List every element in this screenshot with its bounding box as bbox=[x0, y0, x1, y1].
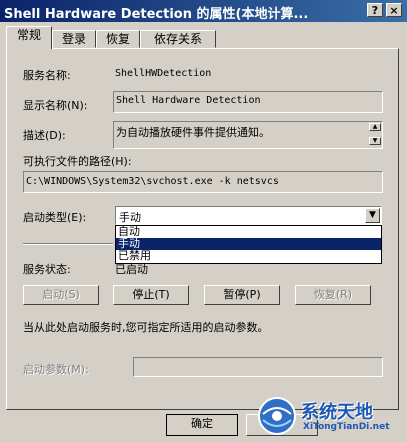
startup-option-manual[interactable]: 手动 bbox=[116, 238, 381, 250]
chevron-down-icon[interactable]: ▼ bbox=[365, 208, 380, 223]
scroll-down-icon[interactable]: ▼ bbox=[369, 137, 381, 145]
description-field[interactable]: 为自动播放硬件事件提供通知。 ▲ ▼ bbox=[113, 121, 383, 149]
watermark-brand-cn: 系统天地 bbox=[301, 402, 373, 423]
general-panel: 服务名称: ShellHWDetection 显示名称(N): Shell Ha… bbox=[6, 48, 399, 410]
start-params-input[interactable] bbox=[133, 357, 383, 377]
startup-type-value: 手动 bbox=[119, 211, 141, 224]
service-name-label: 服务名称: bbox=[23, 69, 71, 82]
stop-button[interactable]: 停止(T) bbox=[113, 285, 189, 305]
resume-button[interactable]: 恢复(R) bbox=[295, 285, 371, 305]
exe-path-label: 可执行文件的路径(H): bbox=[23, 155, 132, 168]
divider bbox=[23, 243, 113, 245]
help-button[interactable]: ? bbox=[367, 3, 383, 17]
globe-logo-icon bbox=[258, 397, 296, 435]
title-bar[interactable]: Shell Hardware Detection 的属性(本地计算... ? × bbox=[0, 0, 407, 22]
tab-dependencies[interactable]: 依存关系 bbox=[140, 30, 216, 48]
description-value: 为自动播放硬件事件提供通知。 bbox=[116, 126, 270, 139]
scroll-up-icon[interactable]: ▲ bbox=[369, 123, 381, 131]
startup-type-select[interactable]: 手动 ▼ bbox=[115, 206, 382, 225]
startup-type-label: 启动类型(E): bbox=[23, 211, 87, 224]
tab-logon[interactable]: 登录 bbox=[52, 30, 96, 48]
startup-type-dropdown: 自动 手动 已禁用 bbox=[115, 225, 382, 264]
watermark-url: XiTongTianDi.net bbox=[303, 422, 390, 432]
exe-path-value: C:\WINDOWS\System32\svchost.exe -k netsv… bbox=[26, 176, 279, 187]
hint-text: 当从此处启动服务时,您可指定所适用的启动参数。 bbox=[23, 321, 269, 334]
display-name-label: 显示名称(N): bbox=[23, 99, 88, 112]
close-button[interactable]: × bbox=[386, 3, 402, 17]
service-status-label: 服务状态: bbox=[23, 263, 71, 276]
window-title: Shell Hardware Detection 的属性(本地计算... bbox=[4, 7, 309, 22]
properties-window: Shell Hardware Detection 的属性(本地计算... ? ×… bbox=[0, 0, 407, 442]
startup-option-disabled[interactable]: 已禁用 bbox=[116, 250, 381, 262]
display-name-field[interactable]: Shell Hardware Detection bbox=[113, 91, 383, 113]
ok-button[interactable]: 确定 bbox=[166, 414, 238, 436]
display-name-value: Shell Hardware Detection bbox=[116, 95, 261, 106]
tab-general[interactable]: 常规 bbox=[6, 26, 52, 49]
service-name-value: ShellHWDetection bbox=[115, 68, 212, 79]
service-status-value: 已启动 bbox=[115, 263, 148, 276]
start-params-label: 启动参数(M): bbox=[23, 363, 89, 376]
site-watermark: 系统天地 XiTongTianDi.net bbox=[255, 394, 403, 438]
exe-path-field: C:\WINDOWS\System32\svchost.exe -k netsv… bbox=[23, 171, 383, 193]
tab-recovery[interactable]: 恢复 bbox=[96, 30, 140, 48]
startup-option-auto[interactable]: 自动 bbox=[116, 226, 381, 238]
start-button[interactable]: 启动(S) bbox=[23, 285, 99, 305]
description-label: 描述(D): bbox=[23, 129, 66, 142]
pause-button[interactable]: 暂停(P) bbox=[204, 285, 280, 305]
